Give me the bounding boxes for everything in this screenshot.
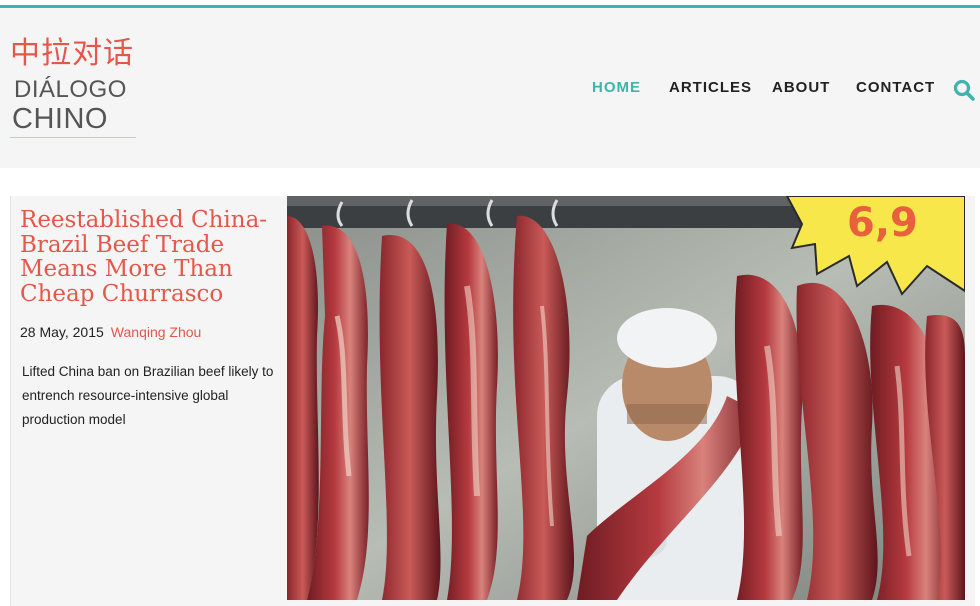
nav-contact[interactable]: CONTACT [856, 79, 935, 96]
nav-about[interactable]: ABOUT [772, 79, 830, 96]
svg-text:6,9: 6,9 [847, 200, 918, 246]
nav-articles[interactable]: ARTICLES [669, 79, 752, 96]
site-header: 中拉对话 DIÁLOGO CHINO HOME ARTICLES ABOUT C… [0, 8, 980, 168]
article-image[interactable]: 6,9 [287, 196, 965, 600]
article-date: 28 May, 2015 [20, 324, 104, 340]
article-summary: Lifted China ban on Brazilian beef likel… [22, 364, 274, 427]
article-author-link[interactable]: Wanqing Zhou [111, 324, 202, 340]
article-meta: 28 May, 2015 Wanqing Zhou [20, 324, 201, 340]
nav-home[interactable]: HOME [592, 79, 641, 96]
card-edge [10, 196, 11, 606]
article-title[interactable]: Reestablished China-Brazil Beef Trade Me… [20, 208, 278, 306]
butcher-beef-photo: 6,9 [287, 196, 965, 600]
main-nav: HOME ARTICLES ABOUT CONTACT [0, 8, 980, 168]
search-icon[interactable] [952, 78, 976, 102]
